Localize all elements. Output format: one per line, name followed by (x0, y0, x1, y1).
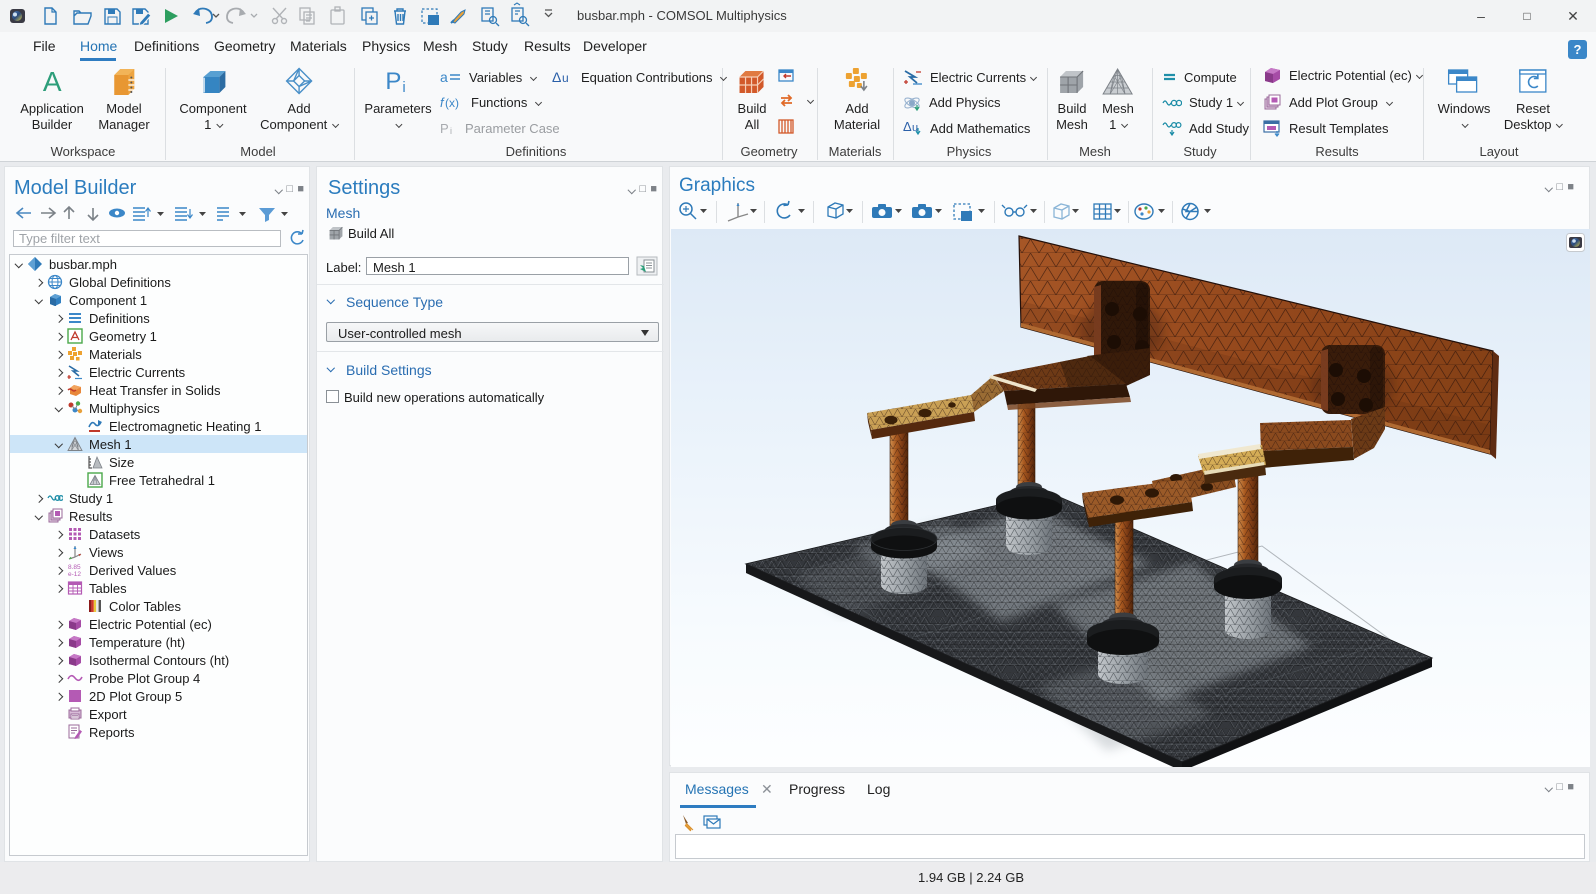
svg-text:(x): (x) (445, 96, 459, 110)
svg-text:P: P (440, 121, 449, 135)
svg-text:i: i (450, 126, 452, 135)
svg-text:e-12: e-12 (68, 571, 81, 578)
svg-text:a: a (440, 70, 448, 84)
svg-text:u: u (562, 71, 569, 84)
svg-text:A: A (43, 67, 62, 95)
svg-text:8.85: 8.85 (68, 564, 81, 571)
svg-text:Δ: Δ (903, 120, 912, 134)
svg-text:i: i (402, 79, 405, 94)
svg-text:P: P (385, 68, 401, 94)
svg-text:Δ: Δ (552, 70, 561, 84)
